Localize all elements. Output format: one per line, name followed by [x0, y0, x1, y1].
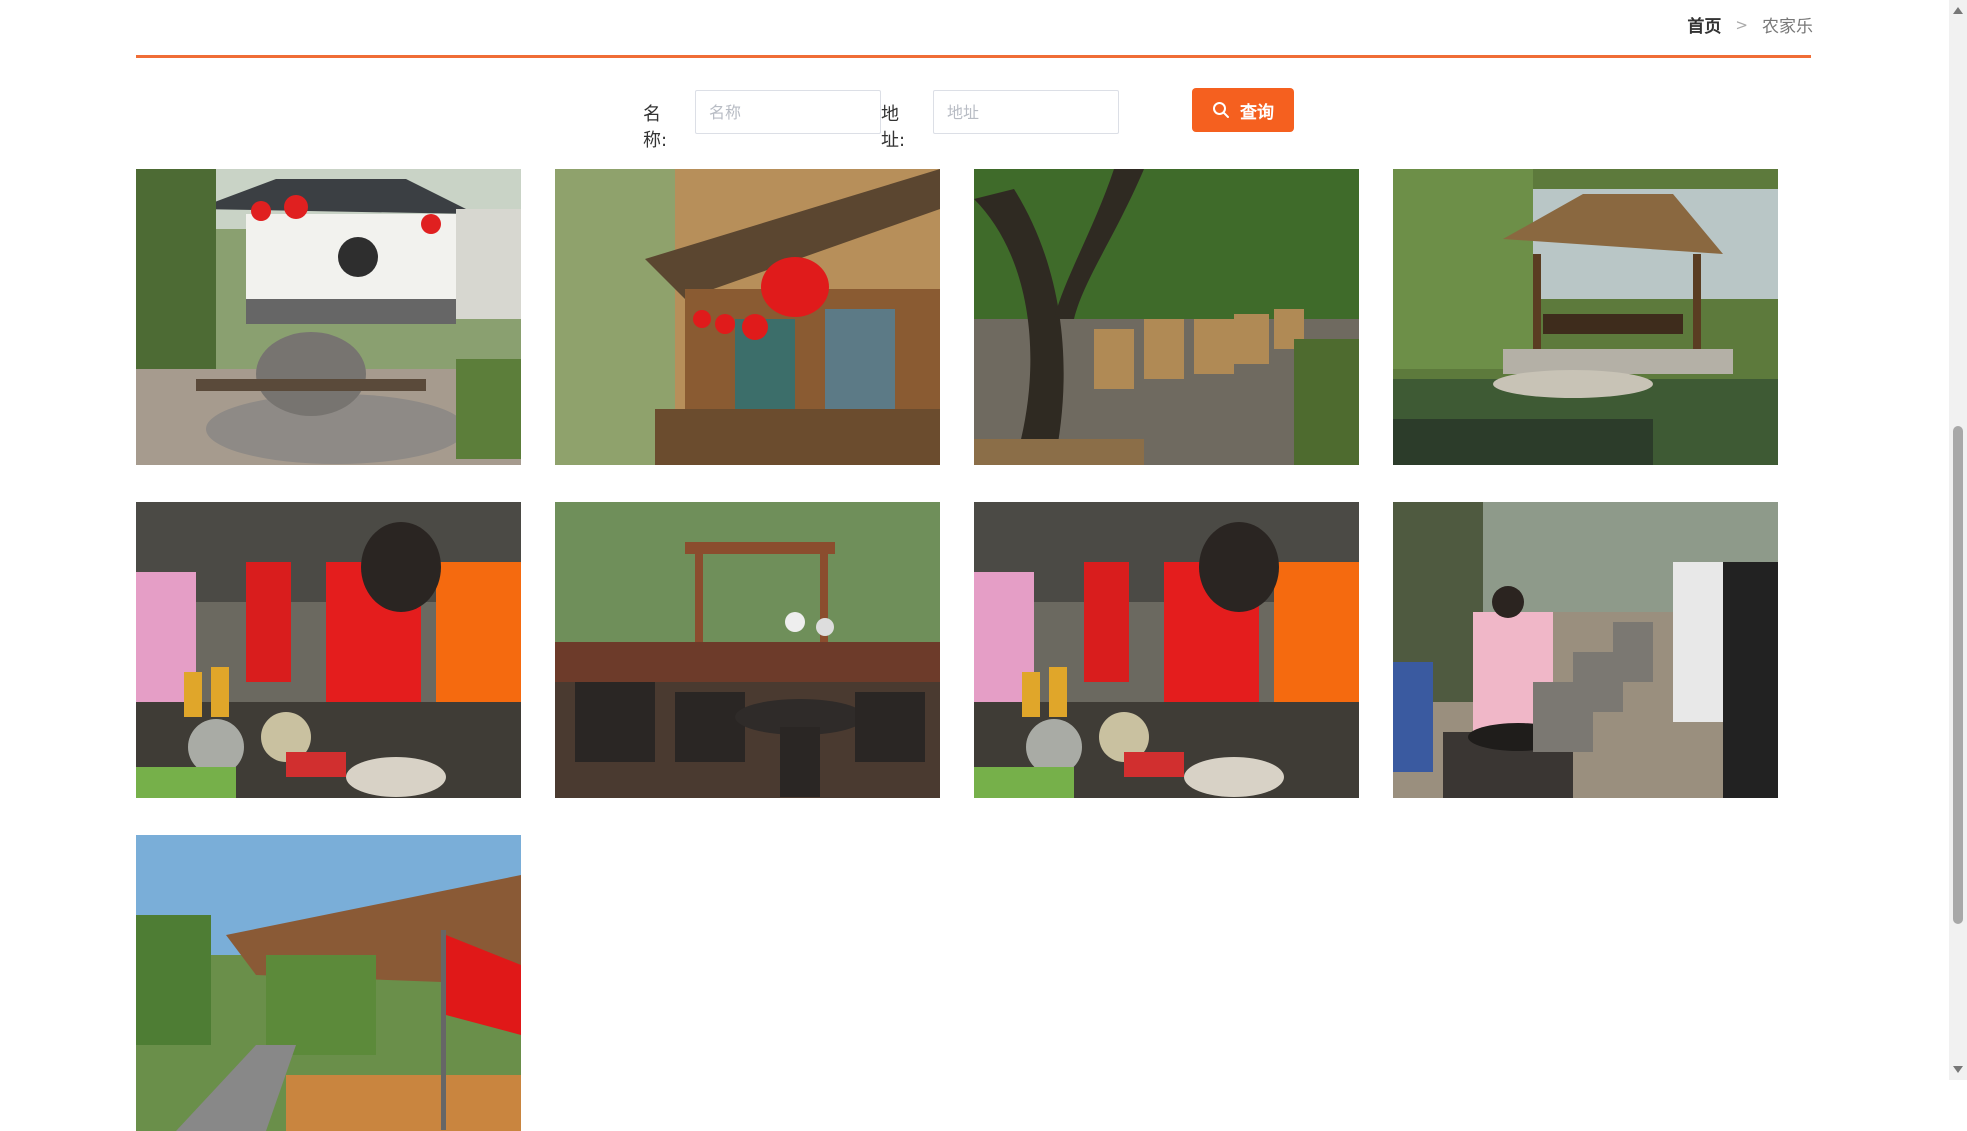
photo-thatched-pavilion-pond: [1393, 169, 1778, 465]
address-label: 地址:: [881, 104, 906, 151]
vertical-scrollbar[interactable]: [1949, 0, 1967, 1080]
breadcrumb: 首页 > 农家乐: [1687, 12, 1813, 38]
query-button[interactable]: 查询: [1192, 88, 1294, 132]
name-input[interactable]: [695, 90, 881, 134]
photo-farmhouse-entrance: [136, 835, 521, 1131]
breadcrumb-current: 农家乐: [1762, 17, 1813, 37]
breadcrumb-separator: >: [1735, 15, 1748, 34]
name-label: 名称:: [643, 104, 668, 151]
photo-terrace-seating: [555, 502, 940, 798]
photo-card-8[interactable]: [1393, 502, 1778, 798]
photo-card-6[interactable]: [555, 502, 940, 798]
search-icon: [1213, 102, 1229, 118]
scroll-up-arrow[interactable]: [1953, 7, 1963, 14]
query-button-label: 查询: [1240, 102, 1274, 123]
address-input[interactable]: [933, 90, 1119, 134]
photo-card-1[interactable]: [136, 169, 521, 465]
breadcrumb-home-link[interactable]: 首页: [1687, 12, 1721, 37]
photo-card-2[interactable]: [555, 169, 940, 465]
photo-card-7[interactable]: [974, 502, 1359, 798]
photo-grid: [136, 169, 1786, 1131]
header-divider: [136, 55, 1811, 58]
photo-outdoor-cooking-table: [136, 502, 521, 798]
scrollbar-thumb[interactable]: [1953, 426, 1963, 924]
photo-card-4[interactable]: [1393, 169, 1778, 465]
photo-outdoor-wok-stoves: [1393, 502, 1778, 798]
photo-stone-mill-courtyard: [136, 169, 521, 465]
photo-outdoor-cooking-table-2: [974, 502, 1359, 798]
photo-card-3[interactable]: [974, 169, 1359, 465]
photo-lantern-corridor: [555, 169, 940, 465]
scroll-down-arrow[interactable]: [1953, 1066, 1963, 1073]
photo-card-9[interactable]: [136, 835, 521, 1131]
photo-tree-shaded-tables: [974, 169, 1359, 465]
photo-card-5[interactable]: [136, 502, 521, 798]
